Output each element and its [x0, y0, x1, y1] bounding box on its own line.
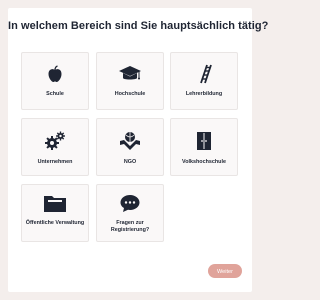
next-button[interactable]: Weiter: [208, 264, 242, 278]
option-oeffentliche-verwaltung[interactable]: Öffentliche Verwaltung: [21, 184, 89, 242]
door-icon: [171, 131, 237, 151]
question-title: In welchem Bereich sind Sie hauptsächlic…: [8, 20, 269, 32]
option-label: NGO: [123, 159, 137, 165]
option-label: Lehrerbildung: [185, 91, 223, 97]
option-unternehmen[interactable]: Unternehmen: [21, 118, 89, 176]
chat-bubble-icon: [97, 193, 163, 213]
option-label: Volkshochschule: [182, 159, 226, 165]
option-label: Fragen zur Registrierung?: [110, 220, 150, 233]
graduation-cap-icon: [97, 64, 163, 84]
apple-icon: [22, 64, 88, 84]
option-label: Hochschule: [114, 91, 146, 97]
option-volkshochschule[interactable]: Volkshochschule: [170, 118, 238, 176]
option-label: Unternehmen: [37, 159, 73, 165]
folder-icon: [22, 193, 88, 213]
hands-globe-icon: [97, 131, 163, 151]
option-fragen-zur-registrierung[interactable]: Fragen zur Registrierung?: [96, 184, 164, 242]
option-hochschule[interactable]: Hochschule: [96, 52, 164, 110]
gears-icon: [22, 131, 88, 151]
option-lehrerbildung[interactable]: Lehrerbildung: [170, 52, 238, 110]
option-label: Öffentliche Verwaltung: [25, 220, 85, 226]
registration-card: In welchem Bereich sind Sie hauptsächlic…: [8, 8, 269, 292]
option-label: Schule: [46, 91, 64, 97]
option-schule[interactable]: Schule: [21, 52, 89, 110]
ladder-icon: [171, 64, 237, 84]
option-ngo[interactable]: NGO: [96, 118, 164, 176]
